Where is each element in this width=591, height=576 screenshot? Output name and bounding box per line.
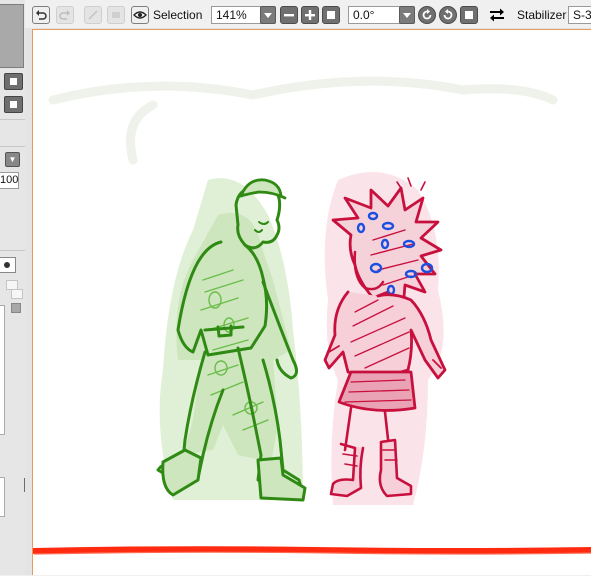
deselect-button[interactable] — [84, 6, 102, 24]
soldier-figure — [156, 178, 307, 502]
flip-horizontal-icon — [490, 8, 504, 22]
clear-selection-button[interactable] — [107, 6, 125, 24]
color-preview-swatch[interactable] — [0, 4, 24, 68]
zoom-in-button[interactable] — [301, 6, 319, 24]
undo-icon — [36, 10, 47, 20]
panel-divider — [0, 250, 25, 251]
undo-button[interactable] — [32, 6, 50, 24]
redo-button[interactable] — [56, 6, 74, 24]
faint-background-sketch — [48, 76, 558, 165]
girl-figure — [323, 172, 447, 505]
stabilizer-label: Stabilizer — [517, 8, 567, 22]
zoom-out-button[interactable] — [280, 6, 298, 24]
deselect-icon — [88, 10, 98, 20]
panel-zoom-field[interactable]: 100% — [0, 172, 19, 189]
layer-list-scroll[interactable] — [0, 305, 5, 435]
selection-visibility-button[interactable] — [131, 6, 149, 24]
rotate-left-icon — [422, 9, 432, 20]
minus-icon — [284, 14, 294, 17]
flip-horizontal-button[interactable] — [488, 6, 506, 24]
minus-icon[interactable] — [11, 303, 21, 313]
panel-divider — [0, 146, 25, 147]
zoom-reset-button[interactable] — [322, 6, 340, 24]
zoom-field[interactable]: 141% — [211, 6, 263, 24]
clear-icon — [112, 12, 120, 18]
rotation-reset-button[interactable] — [460, 6, 478, 24]
panel-square-button-2[interactable] — [4, 96, 23, 113]
panel-square-button-1[interactable] — [4, 73, 23, 90]
rotate-left-button[interactable] — [418, 6, 436, 24]
soldier-cap — [239, 178, 287, 200]
plus-icon — [305, 10, 315, 20]
panel-scroll[interactable] — [0, 477, 5, 517]
toolbar: Selection 141% 0.0° Stabilizer S-3 — [25, 0, 591, 29]
square-icon — [465, 11, 473, 19]
stabilizer-field[interactable]: S-3 — [568, 6, 591, 24]
drawing-canvas[interactable] — [32, 29, 591, 575]
rotate-right-button[interactable] — [439, 6, 457, 24]
add-layer-icon[interactable] — [11, 289, 23, 299]
radio-button[interactable] — [0, 257, 16, 273]
selection-label: Selection — [153, 8, 203, 22]
square-icon — [327, 11, 335, 19]
panel-divider — [0, 119, 25, 120]
chevron-down-icon[interactable]: ▼ — [5, 152, 20, 167]
rotate-right-icon — [443, 9, 453, 20]
artwork — [33, 76, 591, 555]
canvas-area[interactable] — [25, 28, 591, 575]
redo-icon — [59, 10, 70, 20]
left-panel: ▼ 100% — [0, 0, 27, 575]
eye-icon — [133, 11, 147, 19]
rotation-dropdown-button[interactable] — [399, 6, 415, 24]
zoom-dropdown-button[interactable] — [260, 6, 276, 24]
rotation-field[interactable]: 0.0° — [348, 6, 404, 24]
ground-line — [33, 546, 591, 554]
